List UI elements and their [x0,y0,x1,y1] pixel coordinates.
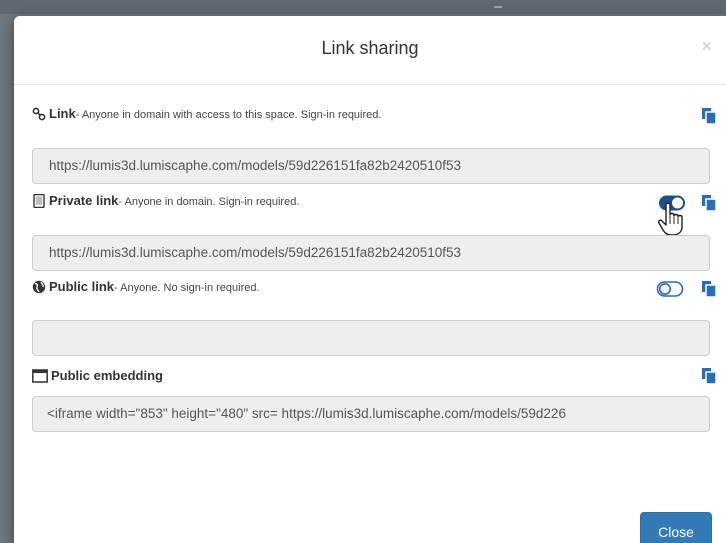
link-url-field[interactable]: https://lumis3d.lumiscaphe.com/models/59… [32,148,710,184]
section-link-label: Link- Anyone in domain with access to th… [49,106,381,121]
copy-icon[interactable] [700,107,718,125]
section-public-embedding-label: Public embedding [51,368,163,383]
section-link-description: - Anyone in domain with access to this s… [75,109,382,121]
modal-title: Link sharing [321,38,419,58]
hand-cursor-icon [658,202,683,236]
public-link-url-field[interactable] [32,320,710,356]
section-public-link-title: Public link [49,279,115,294]
copy-icon[interactable] [700,280,718,298]
link-icon [32,107,46,121]
section-private-link-header: Private link- Anyone in domain. Sign-in … [32,191,712,215]
link-sharing-dialog: Link sharing × Link- Anyone in domain wi… [14,16,726,543]
copy-icon[interactable] [700,194,718,212]
backdrop [0,0,726,14]
section-public-embedding: Public embedding <iframe width="853" hei… [32,366,717,432]
modal-header: Link sharing × [14,16,726,85]
section-public-embedding-title: Public embedding [51,368,163,383]
section-public-embedding-header: Public embedding [32,366,712,390]
close-x-icon[interactable]: × [701,36,712,57]
tablet-icon [33,194,45,208]
section-public-link: Public link- Anyone. No sign-in required… [32,277,717,356]
close-button[interactable]: Close [640,512,712,543]
section-link-header: Link- Anyone in domain with access to th… [32,104,712,128]
section-link-title: Link [49,106,76,121]
globe-icon [32,280,46,294]
embed-code-field[interactable]: <iframe width="853" height="480" src= ht… [32,396,710,432]
section-public-link-label: Public link- Anyone. No sign-in required… [49,279,260,294]
section-private-link-title: Private link [49,193,119,208]
window-icon [32,369,48,383]
section-private-link-description: - Anyone in domain. Sign-in required. [118,196,300,208]
toggle-off-icon[interactable] [656,280,684,298]
section-link: Link- Anyone in domain with access to th… [32,104,717,184]
backdrop-underlay [494,0,502,8]
section-public-link-description: - Anyone. No sign-in required. [114,282,260,294]
section-public-link-header: Public link- Anyone. No sign-in required… [32,277,712,301]
copy-icon[interactable] [700,367,718,385]
section-private-link-label: Private link- Anyone in domain. Sign-in … [49,193,299,208]
private-link-url-field[interactable]: https://lumis3d.lumiscaphe.com/models/59… [32,235,710,271]
section-private-link: Private link- Anyone in domain. Sign-in … [32,191,717,271]
